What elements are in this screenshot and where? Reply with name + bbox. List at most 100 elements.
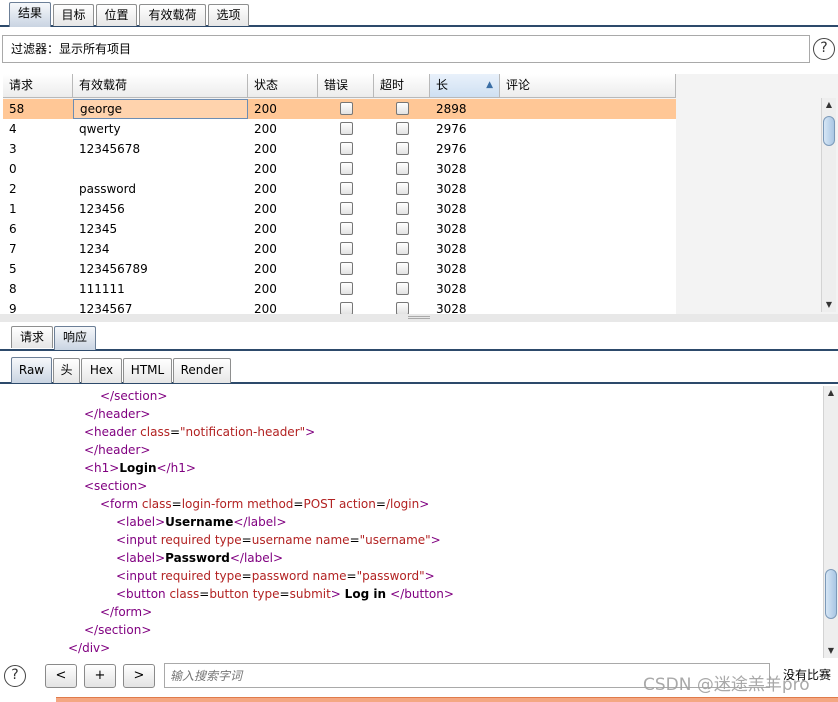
table-row[interactable]: 2 password 200 3028 <box>3 179 676 199</box>
code-line: </section> <box>100 387 167 405</box>
rr-tab-underline <box>0 349 838 351</box>
tab-results[interactable]: 结果 <box>9 2 51 27</box>
code-line: <button class=button type=submit> Log in… <box>116 585 454 603</box>
tab-response[interactable]: 响应 <box>54 326 96 350</box>
next-match-button[interactable]: > <box>123 664 155 688</box>
cell-request: 2 <box>9 182 17 196</box>
column-header-length-label: 长 <box>436 78 449 92</box>
tab-hex[interactable]: Hex <box>81 358 122 383</box>
previous-match-button[interactable]: < <box>45 664 77 688</box>
add-search-button[interactable]: + <box>84 664 116 688</box>
cell-status: 200 <box>254 262 277 276</box>
view-tab-bar: Raw 头 Hex HTML Render <box>0 355 838 385</box>
status-strip <box>0 693 838 702</box>
code-token: <button <box>116 587 170 601</box>
column-header-error[interactable]: 错误 <box>318 74 374 98</box>
table-row[interactable]: 7 1234 200 3028 <box>3 239 676 259</box>
table-row[interactable]: 5 123456789 200 3028 <box>3 259 676 279</box>
code-line: <input required type=password name="pass… <box>116 567 435 585</box>
error-checkbox <box>340 222 353 235</box>
tab-html[interactable]: HTML <box>123 358 172 383</box>
tab-payloads[interactable]: 有效载荷 <box>139 4 206 26</box>
table-row[interactable]: 0 200 3028 <box>3 159 676 179</box>
table-body: 58 george 200 2898 4 qwerty 200 2976 3 12345678 20… <box>3 99 676 314</box>
scroll-down-icon[interactable]: ▼ <box>822 298 836 312</box>
results-table: 请求 有效载荷 状态 错误 超时 长 ▲ 评论 58 george 200 2898 4… <box>3 74 838 314</box>
table-row[interactable]: 9 1234567 200 3028 <box>3 299 676 314</box>
code-token: password <box>251 569 313 583</box>
tab-raw[interactable]: Raw <box>11 357 52 383</box>
code-token: = <box>346 569 357 583</box>
cell-request: 7 <box>9 242 17 256</box>
code-token: action <box>338 497 376 511</box>
response-scrollbar[interactable]: ▲ ▼ <box>823 386 838 658</box>
code-token: "password" <box>356 569 425 583</box>
response-raw-editor[interactable]: </section> </header> <header class="notifi… <box>0 386 823 658</box>
table-row[interactable]: 6 12345 200 3028 <box>3 219 676 239</box>
column-header-length[interactable]: 长 ▲ <box>430 74 500 98</box>
scroll-down-icon[interactable]: ▼ <box>824 644 838 658</box>
code-token: </button> <box>390 587 454 601</box>
cell-request: 1 <box>9 202 17 216</box>
cell-comment <box>500 99 676 119</box>
table-row[interactable]: 4 qwerty 200 2976 <box>3 119 676 139</box>
code-token: class <box>169 587 200 601</box>
cell-payload <box>73 159 248 179</box>
tab-render[interactable]: Render <box>173 358 231 383</box>
column-header-comment[interactable]: 评论 <box>500 74 676 98</box>
code-token: = <box>199 587 210 601</box>
column-header-request[interactable]: 请求 <box>3 74 73 98</box>
code-line: <input required type=username name="user… <box>116 531 441 549</box>
code-token: /login <box>385 497 420 511</box>
cell-length: 3028 <box>436 202 467 216</box>
scroll-thumb[interactable] <box>825 569 837 619</box>
cell-length: 2898 <box>436 102 467 116</box>
tab-headers[interactable]: 头 <box>53 358 80 383</box>
cell-request: 0 <box>9 162 17 176</box>
code-token: </h1> <box>156 461 196 475</box>
scroll-up-icon[interactable]: ▲ <box>822 98 836 112</box>
tab-target[interactable]: 目标 <box>53 4 94 26</box>
code-line: </header> <box>84 441 150 459</box>
pane-splitter[interactable] <box>0 314 838 322</box>
cell-request: 3 <box>9 142 17 156</box>
cell-payload: 1234 <box>79 242 110 256</box>
progress-strip <box>56 697 838 702</box>
tab-request[interactable]: 请求 <box>11 326 53 348</box>
code-token: class <box>140 425 170 439</box>
code-token: username <box>251 533 316 547</box>
code-token: Username <box>165 515 234 529</box>
cell-length: 3028 <box>436 242 467 256</box>
code-token: <input <box>116 569 161 583</box>
cell-status: 200 <box>254 202 277 216</box>
code-token: </header> <box>84 443 151 457</box>
filter-bar[interactable]: 过滤器：显示所有项目 <box>2 35 810 63</box>
table-row[interactable]: 58 george 200 2898 <box>3 99 676 119</box>
timeout-checkbox <box>396 282 409 295</box>
column-header-payload[interactable]: 有效载荷 <box>73 74 248 98</box>
code-token: submit <box>289 587 331 601</box>
scroll-up-icon[interactable]: ▲ <box>824 386 838 400</box>
code-token: = <box>375 497 386 511</box>
cell-payload: 123456789 <box>79 262 148 276</box>
code-token: required <box>160 569 215 583</box>
table-row[interactable]: 3 12345678 200 2976 <box>3 139 676 159</box>
cell-comment <box>500 239 676 259</box>
code-token: Password <box>165 551 230 565</box>
column-header-status[interactable]: 状态 <box>248 74 318 98</box>
table-row[interactable]: 1 123456 200 3028 <box>3 199 676 219</box>
tab-options[interactable]: 选项 <box>208 4 249 26</box>
scroll-thumb[interactable] <box>823 116 835 146</box>
tab-positions[interactable]: 位置 <box>96 4 137 26</box>
cell-comment <box>500 219 676 239</box>
help-icon[interactable]: ? <box>813 38 835 60</box>
code-token: login-form <box>181 497 248 511</box>
splitter-grip-icon[interactable] <box>408 316 430 319</box>
code-line: <form class=login-form method=POST actio… <box>100 495 429 513</box>
cell-length: 3028 <box>436 282 467 296</box>
results-scrollbar[interactable]: ▲ ▼ <box>821 98 836 312</box>
table-row[interactable]: 8 111111 200 3028 <box>3 279 676 299</box>
column-header-timeout[interactable]: 超时 <box>374 74 430 98</box>
code-token: </section> <box>84 623 152 637</box>
help-icon[interactable]: ? <box>4 665 26 687</box>
